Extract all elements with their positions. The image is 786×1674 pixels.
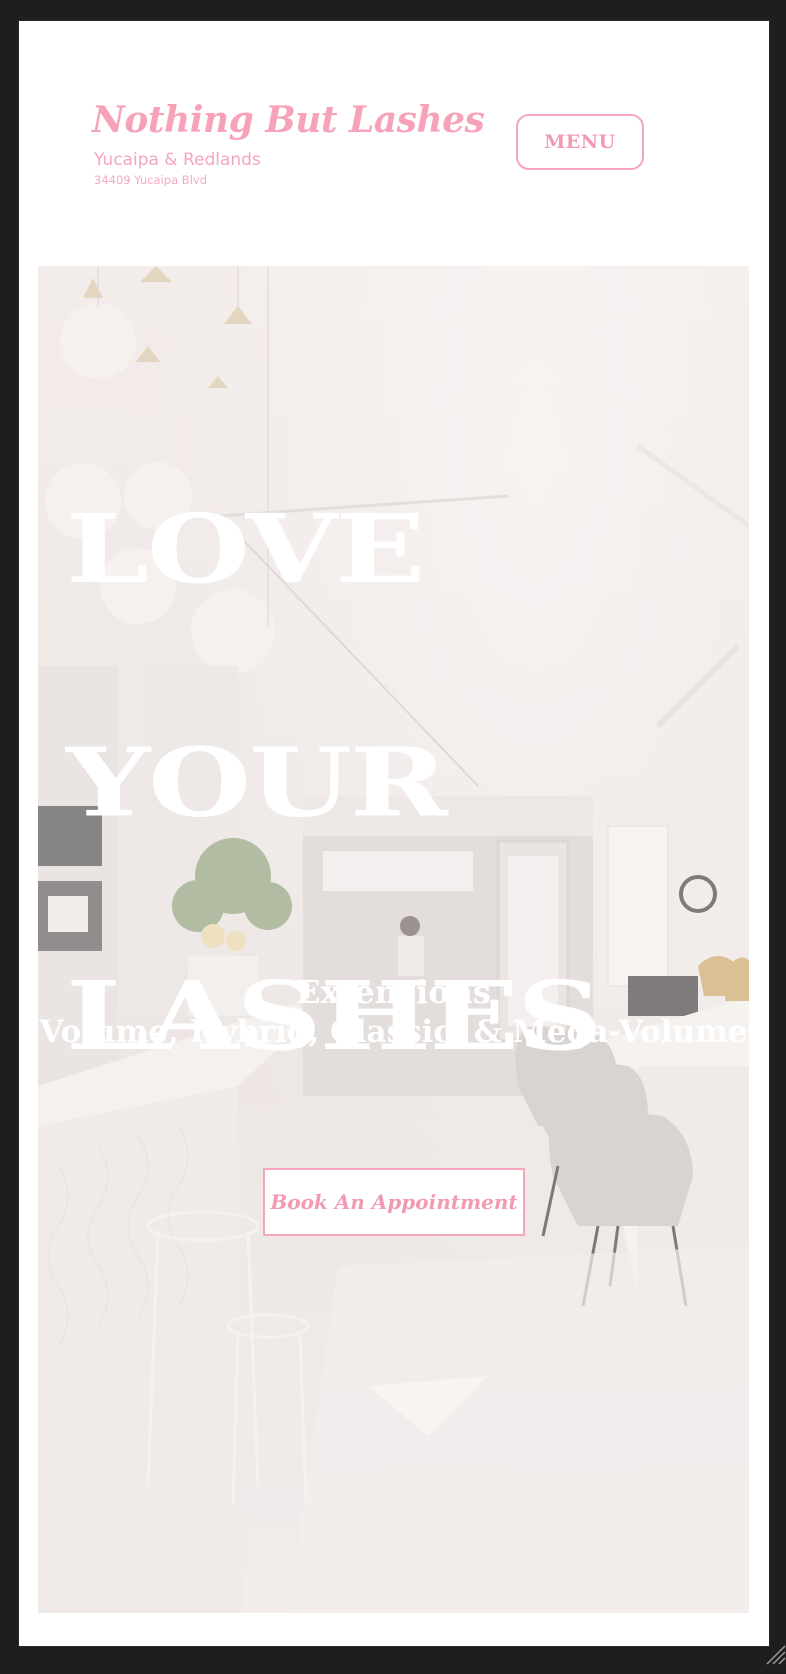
hero-headline: LOVE YOUR LASHES: [66, 374, 602, 1192]
brand-subtitle: Yucaipa & Redlands: [94, 150, 261, 170]
services-title: Extensions: [296, 973, 491, 1011]
book-appointment-button[interactable]: Book An Appointment: [263, 1168, 525, 1236]
brand-title[interactable]: Nothing But Lashes: [92, 102, 485, 138]
brand-address: 34409 Yucaipa Blvd: [94, 173, 207, 187]
headline-line: LOVE: [66, 493, 425, 605]
services-list: Volume, Hybrid, Classic, & Mega-Volume: [39, 1014, 748, 1050]
resize-grip-icon[interactable]: [763, 1642, 786, 1666]
hero-section: LOVE YOUR LASHES Extensions Volume, Hybr…: [38, 266, 749, 1613]
page-canvas: Nothing But Lashes Yucaipa & Redlands 34…: [19, 21, 786, 1665]
brand-block[interactable]: Nothing But Lashes Yucaipa & Redlands 34…: [92, 102, 485, 187]
services-text: Extensions Volume, Hybrid, Classic, & Me…: [38, 972, 749, 1052]
headline-line: YOUR: [66, 726, 448, 838]
menu-button[interactable]: MENU: [516, 114, 644, 170]
